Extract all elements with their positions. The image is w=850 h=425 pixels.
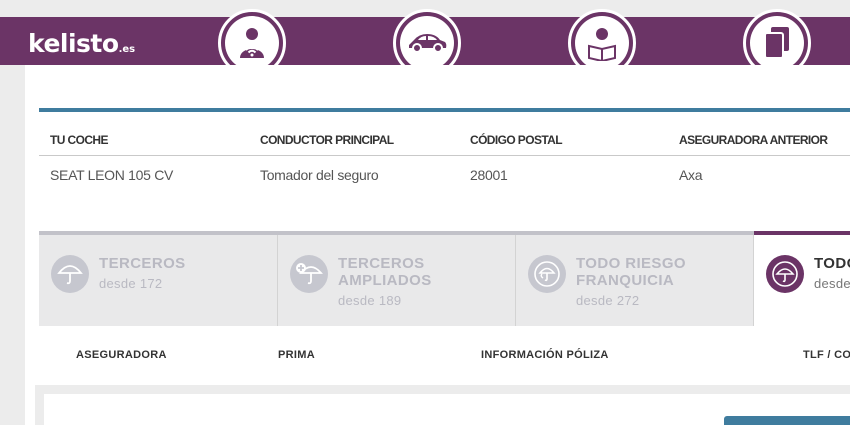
summary-top-rule — [39, 108, 850, 112]
tab-price: desde 189 — [338, 293, 402, 308]
column-header-premium[interactable]: PRIMA — [278, 349, 315, 361]
column-header-phone[interactable]: TLF / CO — [803, 349, 850, 361]
summary-label-postal: CÓDIGO POSTAL — [470, 133, 563, 147]
umbrella-plus-icon — [296, 263, 323, 285]
summary-divider — [39, 155, 850, 156]
logo-suffix: .es — [118, 44, 136, 55]
summary-label-car: TU COCHE — [50, 133, 108, 147]
tab-terceros[interactable]: TERCEROS desde 172 — [39, 231, 278, 326]
tab-todo-riesgo[interactable]: TODO desde — [754, 231, 850, 326]
summary-value-insurer: Axa — [679, 167, 703, 183]
logo-text: kelisto — [28, 29, 119, 58]
tab-todo-riesgo-franquicia[interactable]: TODO RIESGO FRANQUICIA desde 272 — [516, 231, 754, 326]
tab-price: desde 272 — [576, 293, 640, 308]
tab-terceros-ampliados[interactable]: TERCEROS AMPLIADOS desde 189 — [278, 231, 516, 326]
summary-value-postal: 28001 — [470, 167, 508, 183]
umbrella-icon — [772, 261, 798, 287]
umbrella-icon — [57, 265, 83, 285]
tab-title: TERCEROS — [99, 255, 186, 272]
column-header-policy-info[interactable]: INFORMACIÓN PÓLIZA — [481, 349, 609, 361]
tab-title-line1: TERCEROS — [338, 255, 425, 272]
reader-icon — [588, 28, 616, 61]
tab-title-line1: TODO RIESGO — [576, 255, 686, 272]
summary-value-car: SEAT LEON 105 CV — [50, 167, 174, 183]
documents-icon — [764, 27, 789, 59]
umbrella-euro-icon — [534, 261, 560, 287]
driver-wifi-icon — [240, 28, 264, 58]
kelisto-logo[interactable]: kelisto.es — [28, 29, 135, 58]
car-icon — [409, 34, 447, 53]
summary-label-driver: CONDUCTOR PRINCIPAL — [260, 133, 394, 147]
summary-label-insurer: ASEGURADORA ANTERIOR — [679, 133, 828, 147]
tab-title: TODO — [814, 255, 850, 272]
result-action-button[interactable] — [724, 416, 850, 425]
column-header-insurer[interactable]: ASEGURADORA — [76, 349, 167, 361]
tab-price: desde 172 — [99, 276, 163, 291]
tab-title-line2: AMPLIADOS — [338, 272, 432, 289]
tab-title-line2: FRANQUICIA — [576, 272, 675, 289]
summary-value-driver: Tomador del seguro — [260, 167, 379, 183]
tab-price: desde — [814, 276, 850, 291]
